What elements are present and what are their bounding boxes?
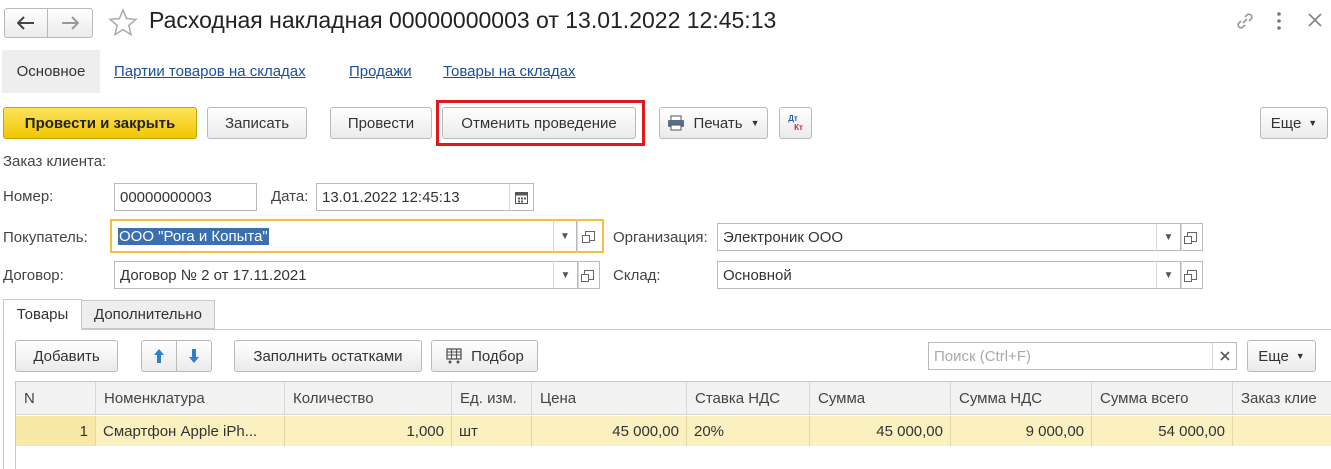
col-header-client-order[interactable]: Заказ клие [1233,382,1331,414]
move-up-button[interactable] [141,340,177,372]
chevron-down-icon: ▼ [750,118,760,128]
selection-button[interactable]: Подбор [431,340,538,372]
kt-label: Кт [794,123,803,132]
forward-button[interactable] [47,8,93,38]
more-button[interactable]: Еще ▼ [1260,107,1328,139]
warehouse-field[interactable]: Основной [717,261,1157,289]
date-label: Дата: [271,188,309,205]
dt-kt-button[interactable]: Дт Кт [779,107,812,139]
cell-unit[interactable]: шт [452,416,532,446]
table-more-label: Еще [1258,347,1289,365]
cell-client-order[interactable] [1233,416,1331,446]
print-label: Печать [693,114,743,132]
cell-sum[interactable]: 45 000,00 [810,416,951,446]
col-header-sum[interactable]: Сумма [810,382,951,414]
cell-vat-sum[interactable]: 9 000,00 [951,416,1092,446]
tab-goods-label: Товары [16,306,69,323]
calendar-button[interactable] [509,183,534,211]
number-label: Номер: [3,188,54,205]
calendar-icon [515,191,528,204]
tab-goods[interactable]: Товары [3,299,82,330]
date-field[interactable]: 13.01.2022 12:45:13 [316,183,510,211]
col-header-price[interactable]: Цена [532,382,687,414]
kebab-menu-icon[interactable] [1276,12,1282,30]
close-icon[interactable] [1307,12,1323,28]
tab-extra-label: Дополнительно [94,306,202,323]
organization-label: Организация: [613,229,708,246]
cart-icon [446,348,462,364]
number-field[interactable]: 00000000003 [114,183,257,211]
add-button[interactable]: Добавить [15,340,118,372]
warehouse-label: Склад: [613,267,661,284]
print-button[interactable]: Печать ▼ [659,107,768,139]
contract-field[interactable]: Договор № 2 от 17.11.2021 [114,261,554,289]
arrow-up-icon [154,349,164,363]
arrow-right-icon [62,16,79,30]
open-icon [582,231,595,243]
nav-tab-main[interactable]: Основное [2,50,100,93]
nav-tab-batches[interactable]: Партии товаров на складах [114,63,306,80]
fill-with-stock-button[interactable]: Заполнить остатками [234,340,422,372]
buyer-dropdown-button[interactable]: ▼ [553,219,577,253]
open-icon [1184,270,1197,282]
cell-total[interactable]: 54 000,00 [1092,416,1233,446]
warehouse-open-button[interactable] [1181,261,1203,289]
nav-tab-stock[interactable]: Товары на складах [443,63,575,80]
search-placeholder: Поиск (Ctrl+F) [934,347,1031,365]
buyer-open-button[interactable] [577,219,604,253]
cell-quantity[interactable]: 1,000 [285,416,452,446]
printer-icon [668,115,685,131]
post-button[interactable]: Провести [330,107,432,139]
buyer-label: Покупатель: [3,229,88,246]
search-clear-button[interactable] [1212,342,1237,370]
chevron-down-icon: ▼ [1308,118,1318,128]
cell-item[interactable]: Смартфон Apple iPh... [96,416,285,446]
col-header-vat-sum[interactable]: Сумма НДС [951,382,1092,414]
col-header-vat-rate[interactable]: Ставка НДС [687,382,810,414]
order-label: Заказ клиента: [3,153,107,170]
nav-tab-main-label: Основное [16,63,86,80]
contract-open-button[interactable] [578,261,600,289]
more-label: Еще [1270,114,1302,132]
col-header-quantity[interactable]: Количество [285,382,452,414]
col-header-n[interactable]: N [16,382,96,414]
selection-label: Подбор [471,347,524,365]
organization-dropdown-button[interactable]: ▼ [1156,223,1181,251]
save-button[interactable]: Записать [207,107,307,139]
buyer-value: ООО "Рога и Копыта" [118,227,269,245]
link-icon[interactable] [1235,11,1255,31]
arrow-down-icon [189,349,199,363]
contract-dropdown-button[interactable]: ▼ [553,261,578,289]
post-and-close-button[interactable]: Провести и закрыть [3,107,197,139]
open-icon [581,270,594,282]
col-header-item[interactable]: Номенклатура [96,382,285,414]
nav-tab-sales[interactable]: Продажи [349,63,412,80]
tab-extra[interactable]: Дополнительно [82,300,215,329]
contract-label: Договор: [3,267,64,284]
cell-n[interactable]: 1 [16,416,96,446]
col-header-total[interactable]: Сумма всего [1092,382,1233,414]
chevron-down-icon: ▼ [1295,351,1305,361]
cancel-posting-button[interactable]: Отменить проведение [442,107,636,139]
col-header-unit[interactable]: Ед. изм. [452,382,532,414]
window-title: Расходная накладная 00000000003 от 13.01… [149,7,777,33]
warehouse-dropdown-button[interactable]: ▼ [1156,261,1181,289]
back-button[interactable] [4,8,48,38]
open-icon [1184,232,1197,244]
organization-open-button[interactable] [1181,223,1203,251]
dt-label: Дт [788,114,798,123]
buyer-field[interactable]: ООО "Рога и Копыта" [110,219,554,253]
organization-field[interactable]: Электроник ООО [717,223,1157,251]
cell-vat-rate[interactable]: 20% [687,416,810,446]
move-down-button[interactable] [176,340,212,372]
favorite-star-icon[interactable] [108,8,138,37]
arrow-left-icon [17,16,34,30]
search-input[interactable]: Поиск (Ctrl+F) [928,342,1213,370]
clear-icon [1219,351,1230,361]
table-more-button[interactable]: Еще ▼ [1247,340,1316,372]
cell-price[interactable]: 45 000,00 [532,416,687,446]
